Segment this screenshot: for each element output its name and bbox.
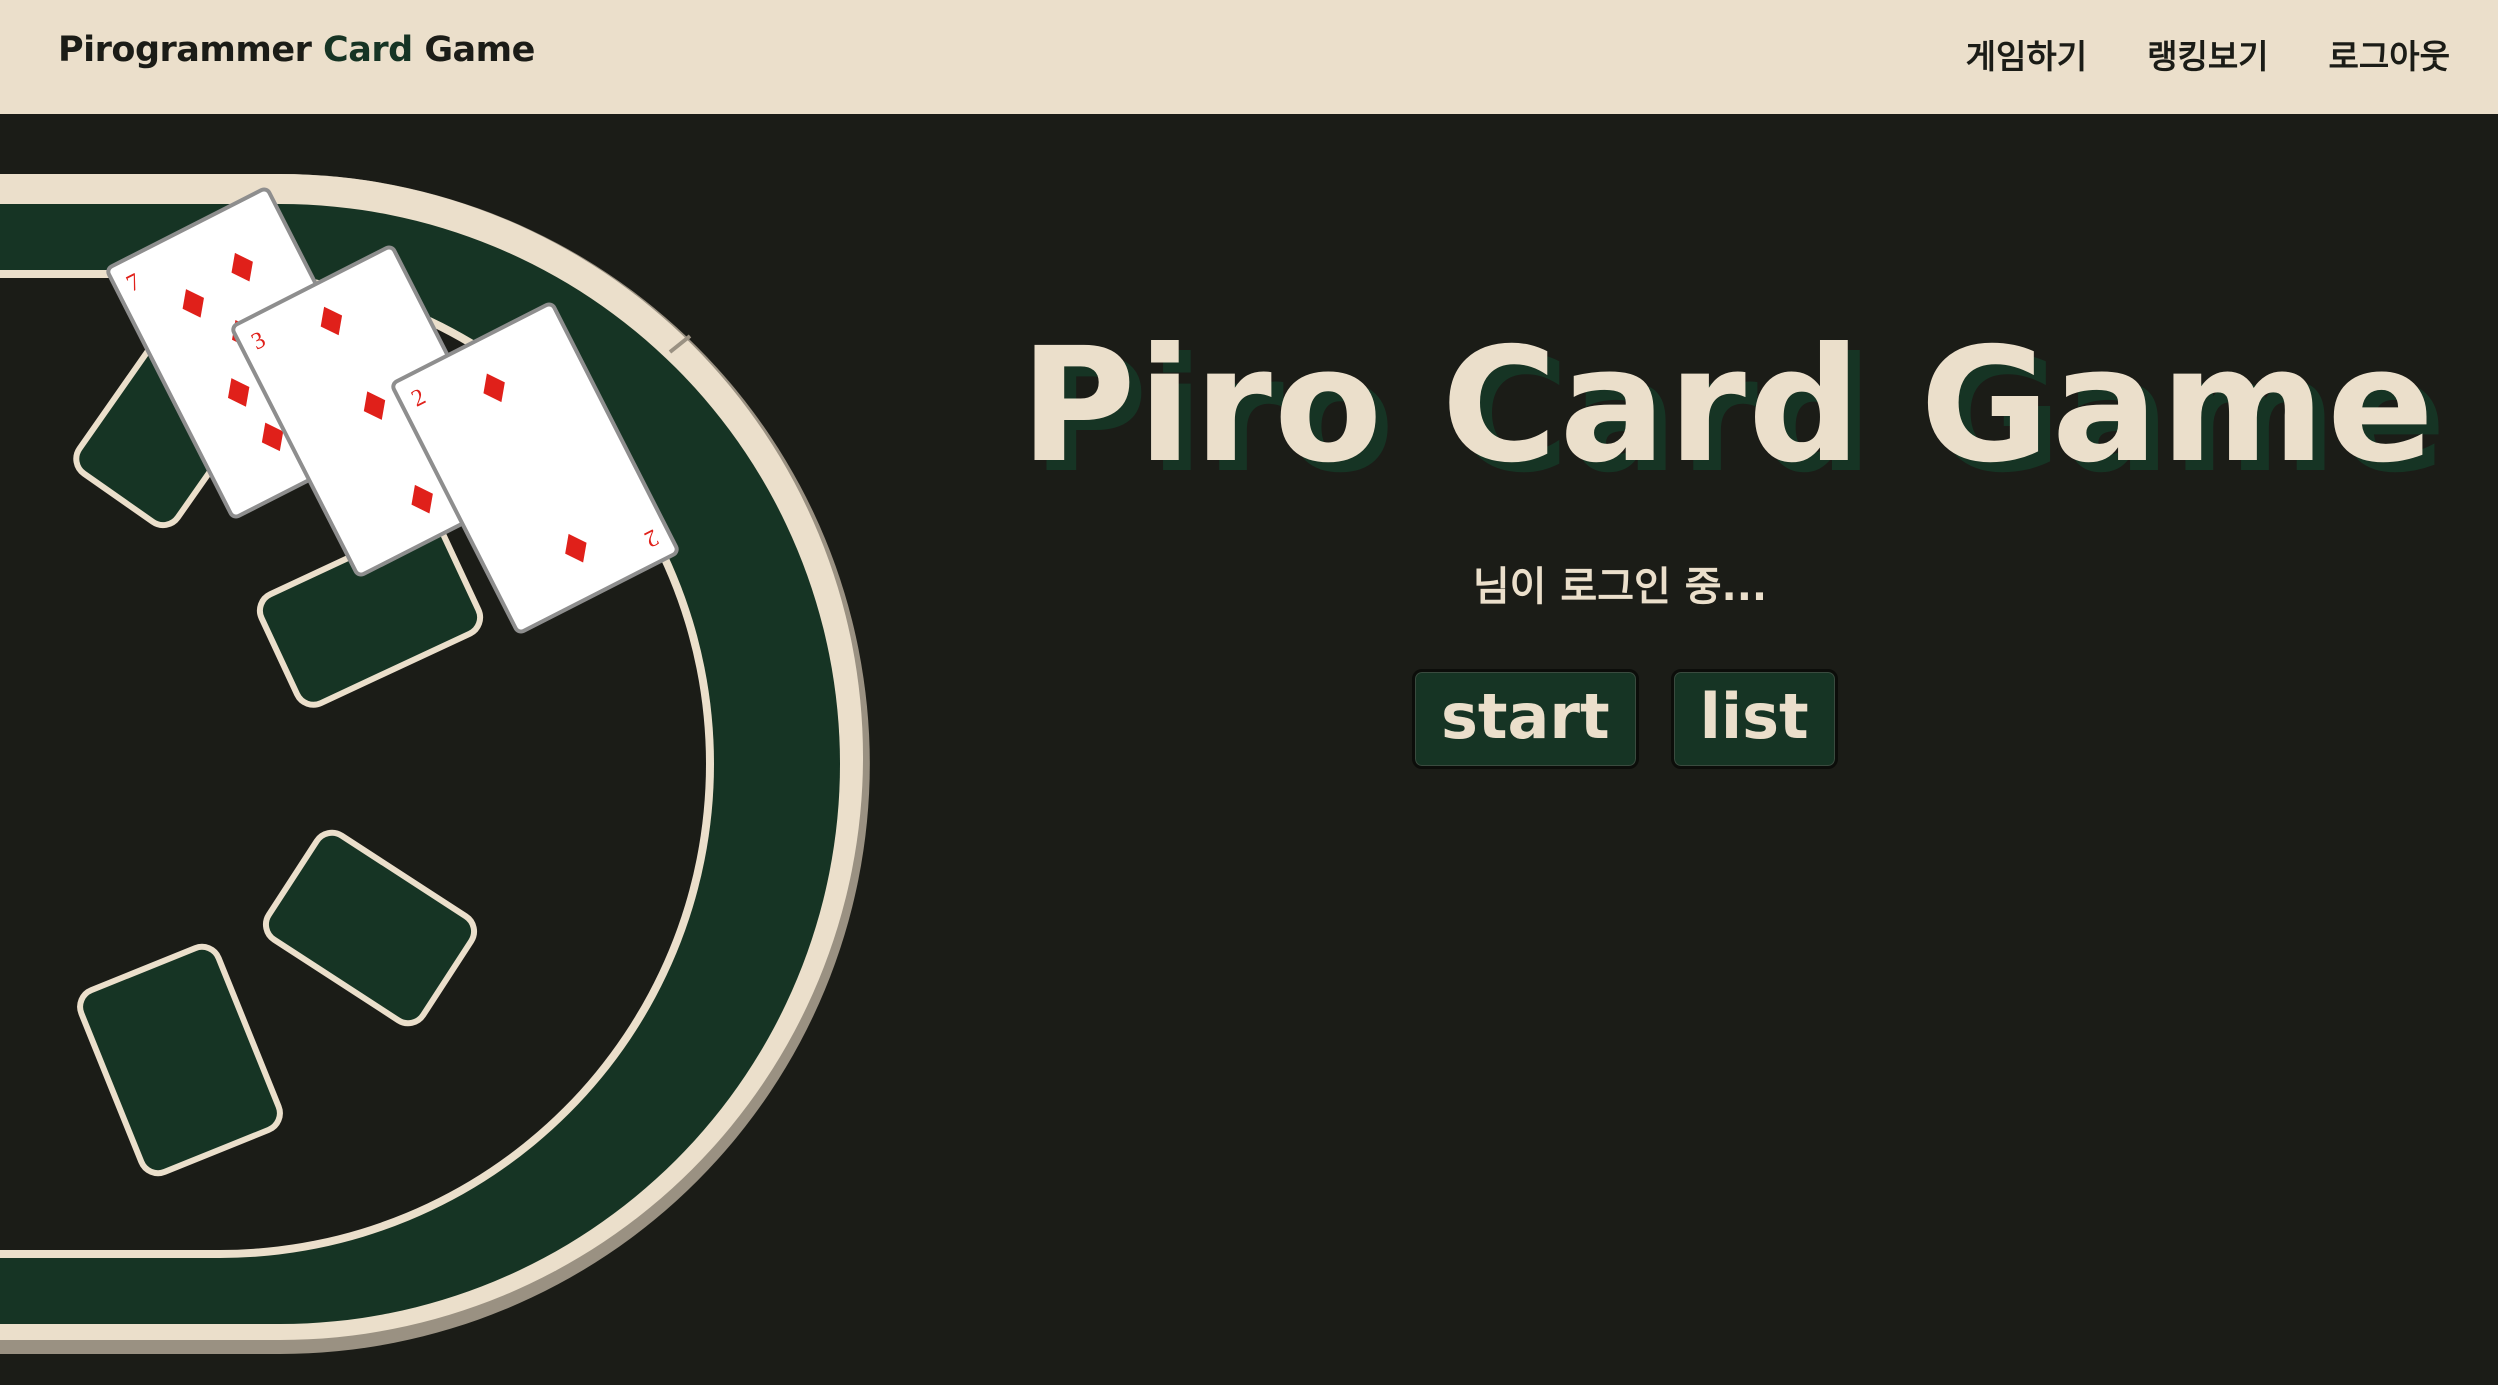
hero-title-text: Piro Card Game: [1020, 314, 2437, 498]
main-stage: 7 3 2 2 Piro Card Game Piro Card Game 님이…: [0, 114, 2498, 1385]
nav-logout[interactable]: 로그아웃: [2329, 30, 2450, 78]
nav-view-ranking[interactable]: 랭킹보기: [2147, 30, 2268, 78]
list-button[interactable]: list: [1670, 669, 1838, 769]
brand-prefix: Pirogrammer: [58, 30, 324, 70]
nav-links: 게임하기 랭킹보기 로그아웃: [1966, 30, 2450, 78]
login-status-text: 님이 로그인 중...: [1472, 564, 1768, 610]
brand-accent: Card: [323, 30, 413, 70]
top-navbar: Pirogrammer Card Game 게임하기 랭킹보기 로그아웃: [0, 0, 2498, 114]
brand-suffix: Game: [412, 30, 535, 70]
nav-play-game[interactable]: 게임하기: [1966, 30, 2087, 78]
card-table-illustration: 7 3 2 2: [0, 174, 870, 1354]
brand-logo[interactable]: Pirogrammer Card Game: [58, 30, 535, 70]
start-button[interactable]: start: [1412, 669, 1639, 769]
action-buttons: start list: [1412, 669, 1838, 769]
hero-title: Piro Card Game Piro Card Game: [1020, 314, 2446, 514]
